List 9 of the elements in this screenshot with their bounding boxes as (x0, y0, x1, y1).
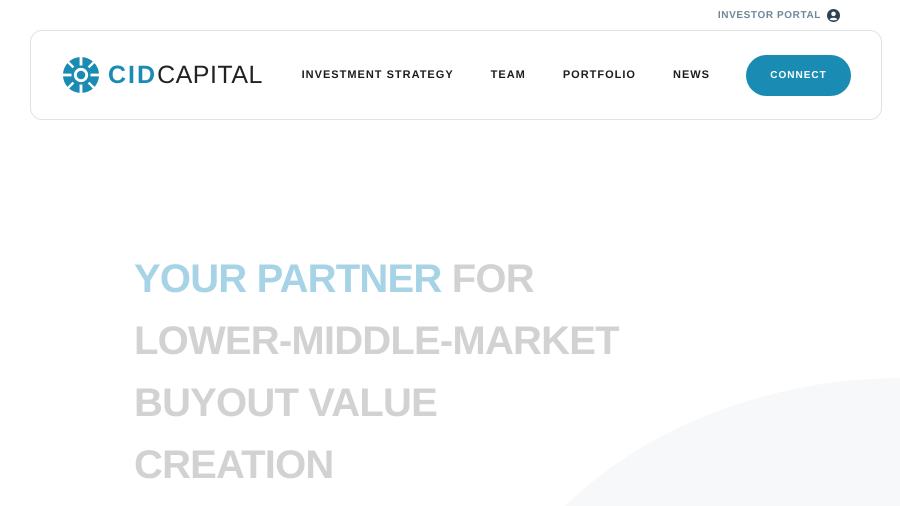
nav-link[interactable]: TEAM (490, 69, 526, 81)
nav-link[interactable]: NEWS (673, 69, 710, 81)
connect-button[interactable]: CONNECT (746, 54, 851, 96)
nav-link[interactable]: PORTFOLIO (562, 69, 636, 81)
user-icon (827, 8, 840, 22)
logo-text: CIDCAPITAL (108, 60, 263, 90)
investor-portal-link[interactable]: INVESTOR PORTAL (718, 8, 840, 22)
nav-link[interactable]: INVESTMENT STRATEGY (302, 69, 454, 81)
logo-icon (62, 56, 100, 94)
